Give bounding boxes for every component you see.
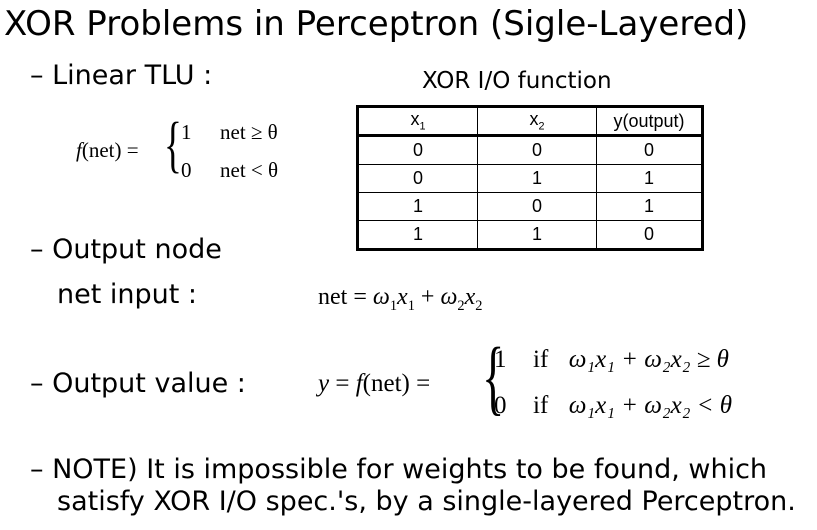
bullet-dash: – <box>30 454 44 485</box>
bullet-net-input: net input : <box>57 279 198 310</box>
bullet-text: Output node <box>52 234 222 265</box>
header-x1: x1 <box>357 106 478 137</box>
header-x2: x2 <box>477 106 597 137</box>
formula-arg: (net) = <box>81 138 139 162</box>
bullet-dash: – <box>30 368 44 399</box>
bullet-text: Output value : <box>52 368 246 399</box>
bullet-note: – NOTE) It is impossible for weights to … <box>30 454 767 485</box>
output-formula: y = f(net) = { 1 if ω₁x₁ + ω₂x₂ ≥ θ 0 if… <box>318 331 733 424</box>
tlu-case2: 0 net < θ <box>181 158 279 182</box>
bullet-linear-tlu: – Linear TLU : <box>30 60 212 91</box>
header-y: y(output) <box>596 106 703 137</box>
xor-table-caption: XOR I/O function <box>422 68 612 94</box>
bullet-text: Linear TLU : <box>52 60 213 91</box>
xor-table: x1 x2 y(output) 0 0 0 0 1 1 1 0 1 1 1 0 <box>356 105 704 251</box>
net-formula: net = ω1x1 + ω2x2 <box>318 284 483 314</box>
tlu-case1: 1 net ≥ θ <box>181 120 278 144</box>
output-case1: 1 if ω₁x₁ + ω₂x₂ ≥ θ <box>494 346 729 373</box>
bullet-output-node: – Output node <box>30 234 222 265</box>
bullet-note-line2: satisfy XOR I/O spec.'s, by a single-lay… <box>57 486 796 517</box>
left-brace: { <box>163 111 182 179</box>
table-row: 0 0 0 <box>357 135 703 165</box>
bullet-dash: – <box>30 60 44 91</box>
bullet-dash: – <box>30 234 44 265</box>
table-row: 0 1 1 <box>357 164 703 193</box>
table-row: 1 1 0 <box>357 220 703 250</box>
table-header-row: x1 x2 y(output) <box>357 106 703 137</box>
output-case2: 0 if ω₁x₁ + ω₂x₂ < θ <box>494 392 733 419</box>
bullet-text: NOTE) It is impossible for weights to be… <box>52 454 768 485</box>
slide-title: XOR Problems in Perceptron (Sigle-Layere… <box>4 4 749 44</box>
table-row: 1 0 1 <box>357 192 703 221</box>
bullet-output-value: – Output value : <box>30 368 246 399</box>
